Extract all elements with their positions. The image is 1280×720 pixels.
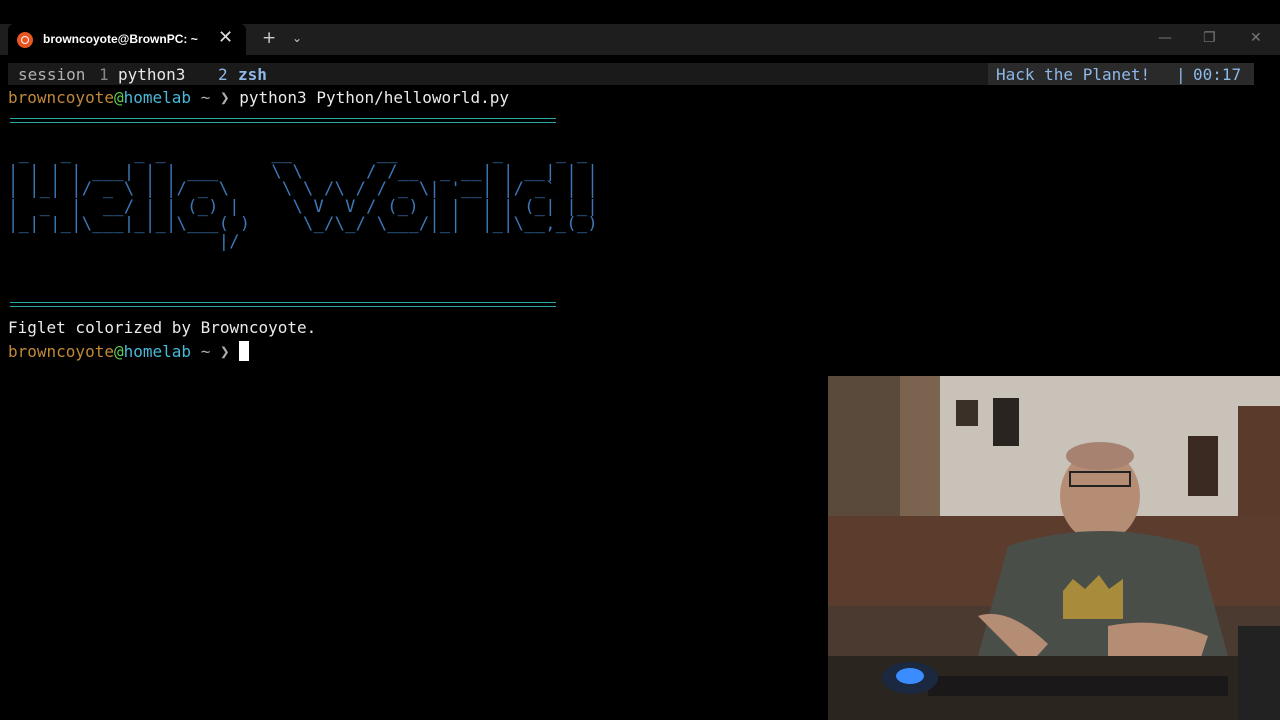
ubuntu-icon <box>17 32 33 48</box>
active-prompt[interactable]: browncoyote@homelab ~ ❯ <box>8 341 250 361</box>
window-titlebar: browncoyote@BrownPC: ~ ✕ + ⌄ — ❐ ✕ <box>0 24 1280 55</box>
prompt-symbol: ❯ <box>219 342 230 361</box>
window2-index: 2 <box>218 65 228 84</box>
tab-title: browncoyote@BrownPC: ~ <box>43 32 198 46</box>
status-separator: | <box>1176 65 1186 84</box>
new-tab-button[interactable]: + <box>262 28 276 48</box>
command-text: python3 Python/helloworld.py <box>239 88 509 107</box>
tmux-status-bar: session 1 python3 2 zsh Hack the Planet!… <box>8 63 1254 85</box>
close-tab-icon[interactable]: ✕ <box>218 27 233 48</box>
webcam-overlay <box>828 376 1280 720</box>
command-line: browncoyote@homelab ~ ❯ python3 Python/h… <box>8 88 509 107</box>
session-label: session <box>18 65 86 84</box>
minimize-button[interactable]: — <box>1158 30 1172 46</box>
window1-index: 1 <box>99 65 109 84</box>
prompt-path: ~ <box>200 342 211 361</box>
prompt-host: homelab <box>123 342 192 361</box>
maximize-button[interactable]: ❐ <box>1203 30 1216 46</box>
tmux-right-status: Hack the Planet! | 00:17 <box>988 63 1254 85</box>
tmux-message: Hack the Planet! <box>996 65 1151 84</box>
tmux-window-python3[interactable]: python3 <box>118 65 185 84</box>
tmux-window-zsh[interactable]: zsh <box>238 65 267 84</box>
terminal-tab[interactable]: browncoyote@BrownPC: ~ ✕ <box>8 24 246 55</box>
prompt-host: homelab <box>123 88 192 107</box>
bottom-rule <box>10 302 556 307</box>
top-rule <box>10 118 556 123</box>
prompt-path: ~ <box>200 88 211 107</box>
text-cursor <box>239 341 250 361</box>
figlet-art: _ _ _ _ __ __ _ _ _ | | | | ___| | | ___… <box>8 144 598 252</box>
window-close-button[interactable]: ✕ <box>1250 30 1262 46</box>
prompt-symbol: ❯ <box>219 88 230 107</box>
output-line: Figlet colorized by Browncoyote. <box>8 318 317 337</box>
prompt-user: browncoyote <box>8 88 114 107</box>
clock: 00:17 <box>1193 65 1242 84</box>
prompt-user: browncoyote <box>8 342 114 361</box>
prompt-at: @ <box>113 88 124 107</box>
prompt-at: @ <box>113 342 124 361</box>
chevron-down-icon[interactable]: ⌄ <box>292 31 302 45</box>
webcam-scene <box>828 376 1280 720</box>
